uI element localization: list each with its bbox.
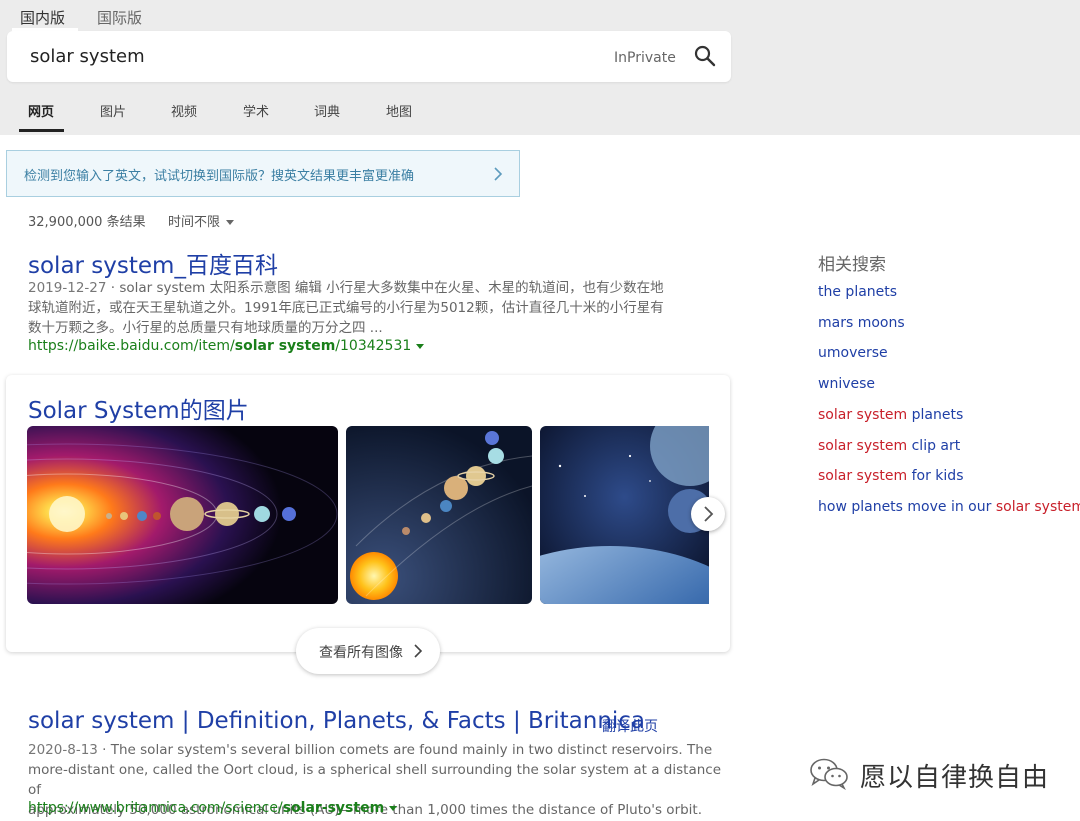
solar-system-image [346,426,532,604]
result-url[interactable]: https://www.britannica.com/science/solar… [28,800,398,816]
chevron-right-icon [494,167,503,181]
result-url[interactable]: https://baike.baidu.com/item/solar syste… [28,338,425,354]
result-date: 2020-8-13 [28,742,98,758]
snippet-line: 2019-12-27 · solar system 太阳系示意图 编辑 小行星大… [28,280,664,296]
chevron-right-icon [414,644,423,658]
related-search-link[interactable]: the planets [818,284,897,300]
result-snippet: 2019-12-27 · solar system 太阳系示意图 编辑 小行星大… [28,278,718,338]
snippet-text: The solar system's several billion comet… [110,742,713,758]
url-prefix: https://baike.baidu.com/item/ [28,338,235,354]
related-highlight: solar system [818,407,908,423]
time-filter-label: 时间不限 [168,215,221,230]
related-searches-heading: 相关搜索 [818,255,886,275]
switch-version-notice[interactable]: 检测到您输入了英文，试试切换到国际版？搜英文结果更丰富更准确 [6,150,520,197]
related-search-link[interactable]: solar system clip art [818,438,960,454]
snippet-text: solar system 太阳系示意图 编辑 小行星大多数集中在火星、木星的轨道… [119,280,664,296]
related-text: planets [907,407,964,423]
image-results-title[interactable]: Solar System的图片 [28,391,249,425]
result-date: 2019-12-27 [28,280,107,296]
tab-videos[interactable]: 视频 [171,101,197,120]
tab-dictionary[interactable]: 词典 [314,101,340,120]
related-highlight: solar system [818,438,908,454]
solar-system-image [27,426,338,604]
related-text: wnivese [818,376,876,392]
related-search-link[interactable]: umoverse [818,345,888,361]
related-text: mars moons [818,315,905,331]
related-search-link[interactable]: solar system for kids [818,468,963,484]
image-thumbnail[interactable] [27,426,338,604]
url-bold: solar system [234,338,336,354]
related-highlight: solar system [995,499,1080,515]
region-tab-domestic[interactable]: 国内版 [20,7,65,28]
inprivate-label: InPrivate [614,50,676,66]
related-text: for kids [907,468,964,484]
snippet-line: more-distant one, called the Oort cloud,… [28,762,721,798]
notice-text: 检测到您输入了英文，试试切换到国际版？搜英文结果更丰富更准确 [24,169,415,184]
caret-down-icon[interactable] [416,343,425,349]
url-suffix: /10342531 [335,338,412,354]
search-header: 国内版 国际版 solar system InPrivate 网页 图片 视频 … [0,0,1080,135]
related-text: the planets [818,284,898,300]
image-thumbnail[interactable] [346,426,532,604]
image-results-card: Solar System的图片 查看所有图像 [6,375,730,674]
related-text: how planets move in our [818,499,996,515]
watermark-text: 愿以自律换自由 [860,763,1050,793]
url-bold: solar-system [282,800,385,816]
search-input[interactable]: solar system [30,46,145,67]
related-search-link[interactable]: wnivese [818,376,875,392]
search-icon[interactable] [693,44,717,68]
search-box[interactable]: solar system InPrivate [7,31,731,82]
tab-web[interactable]: 网页 [28,101,54,120]
chevron-right-icon [704,506,714,522]
snippet-line: 数十万颗之多。小行星的总质量只有地球质量的万分之四 ... [28,320,383,336]
planet-image [540,426,709,604]
url-prefix: https://www.britannica.com/science/ [28,800,283,816]
related-text: umoverse [818,345,888,361]
related-highlight: solar system [818,468,908,484]
region-tab-international[interactable]: 国际版 [97,7,142,28]
view-all-images-button[interactable]: 查看所有图像 [296,628,440,674]
carousel-next-button[interactable] [691,497,725,531]
related-search-link[interactable]: how planets move in our solar system [818,499,1080,515]
time-filter-dropdown[interactable]: 时间不限 [168,211,235,230]
wechat-logo-icon [810,758,848,790]
related-text: clip art [907,438,961,454]
snippet-line: 2020-8-13 · The solar system's several b… [28,742,713,758]
snippet-line: 球轨道附近，或在天王星轨道之外。1991年底已正式编号的小行星为5012颗，估计… [28,300,664,316]
related-search-link[interactable]: mars moons [818,315,905,331]
view-all-images-label: 查看所有图像 [319,645,403,661]
caret-down-icon[interactable] [389,805,398,811]
result-title-link[interactable]: solar system_百度百科 [28,246,278,280]
caret-down-icon [226,220,235,225]
tab-images[interactable]: 图片 [100,101,126,120]
image-thumbnail[interactable] [540,426,709,604]
result-title-link[interactable]: solar system | Definition, Planets, & Fa… [28,708,645,734]
result-count: 32,900,000 条结果 [28,215,146,230]
translate-page-link[interactable]: 翻译此页 [602,716,658,736]
tab-academic[interactable]: 学术 [243,101,269,120]
tab-maps[interactable]: 地图 [386,101,412,120]
related-search-link[interactable]: solar system planets [818,407,963,423]
active-tab-indicator [19,129,64,132]
